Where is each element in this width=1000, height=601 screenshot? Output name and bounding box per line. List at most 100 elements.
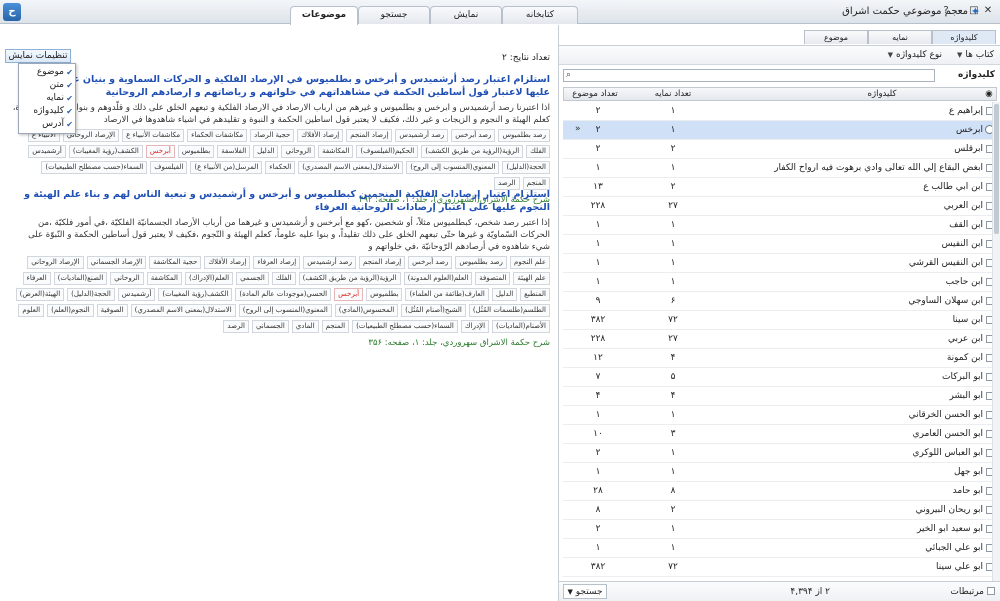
menu-item-text[interactable]: ✔ متن [21, 79, 75, 92]
keyword-tag[interactable]: إرصاد الأفلاك [204, 256, 251, 269]
keyword-tag[interactable]: الأصنام(الماديات) [492, 320, 550, 333]
help-icon[interactable]: ? [940, 5, 952, 17]
keyword-tag[interactable]: المتصوفة [475, 272, 511, 285]
keyword-tag[interactable]: الصنع(الماديات) [53, 272, 108, 285]
keyword-tag[interactable]: العلوم [18, 304, 45, 317]
search-icon[interactable]: ⌕ [566, 70, 571, 80]
keyword-tag[interactable]: علم النجوم [509, 256, 550, 269]
menu-item-topic[interactable]: ✔ موضوع [21, 66, 75, 79]
tab-display[interactable]: نمایش [430, 6, 502, 24]
keyword-tag[interactable]: إرصاد العرفاء [253, 256, 301, 269]
keyword-tag[interactable]: العلم(العلوم المدونة) [403, 272, 473, 285]
keyword-tag[interactable]: الإدراك [460, 320, 490, 333]
keyword-tag[interactable]: الحجة(الدليل) [502, 161, 550, 174]
keyword-row[interactable]: ابن كمونة ۴ ١٢ [563, 349, 997, 368]
column-index-count[interactable]: تعداد نمایه [626, 89, 720, 99]
display-settings-button[interactable]: تنظیمات نمایش [5, 49, 71, 63]
result-source[interactable]: شرح حكمة الاشراق سهروردي، جلد: ١، صفحه: … [10, 337, 550, 349]
related-checkbox[interactable] [987, 587, 995, 595]
keyword-row[interactable]: ابن سهلان الساوجي ۶ ٩ [563, 292, 997, 311]
keyword-tag[interactable]: أرشميدس [117, 288, 156, 301]
keyword-scrollbar[interactable] [992, 102, 1000, 594]
menu-item-address[interactable]: ✔ آدرس [21, 118, 75, 131]
keyword-tag[interactable]: أرشميدس [28, 145, 66, 158]
keyword-row[interactable]: أبغض البقاع إلي الله تعالى وادي برهوت في… [563, 159, 997, 178]
keyword-tag[interactable]: الهيئة(العرض) [15, 288, 65, 301]
keyword-tag[interactable]: الفلاسفة [217, 145, 251, 158]
keyword-row[interactable]: أبو علي الجبائي ١ ١ [563, 539, 997, 558]
books-dropdown[interactable]: کتاب ها▼ [957, 50, 994, 60]
keyword-tag[interactable]: الطلسم(طلسمات المُثُل) [468, 304, 550, 317]
keyword-tag[interactable]: رصد أبرخس [451, 129, 496, 142]
tab-search[interactable]: جستجو [358, 6, 430, 24]
keyword-row[interactable]: إبراهيم ع ١ ٢ [563, 102, 997, 121]
keyword-tag[interactable]: الاستدلال(بمعنى الاسم المصدري) [130, 304, 236, 317]
keyword-tag[interactable]: أبرخس [145, 145, 175, 158]
keyword-tag[interactable]: الكشف(رؤية المغيبات) [68, 145, 143, 158]
result-title[interactable]: استلزام اعتبار إرصادات الفلكية المنجمين … [10, 188, 550, 214]
tab-index[interactable]: نمایه [868, 30, 932, 44]
keyword-tag[interactable]: الدليل [253, 145, 279, 158]
keyword-tag[interactable]: السماء(حسب مصطلح الطبيعيات) [41, 161, 148, 174]
keyword-tag[interactable]: مكاشفات الحكماء [187, 129, 248, 142]
keyword-row[interactable]: أبو الحسن الخرقاني ١ ١ [563, 406, 997, 425]
keyword-tag[interactable]: رصد أبرخس [408, 256, 453, 269]
keyword-row[interactable]: أبو جهل ١ ١ [563, 463, 997, 482]
select-all-checkbox[interactable]: ◉ [984, 89, 994, 99]
column-keyword[interactable]: کلیدواژه [782, 89, 982, 99]
keyword-tag[interactable]: العارف(طائفة من العلماء) [405, 288, 489, 301]
keyword-tag[interactable]: الروحاني [281, 145, 316, 158]
keyword-tag[interactable]: المادي [291, 320, 319, 333]
keyword-tag[interactable]: الفلك [526, 145, 550, 158]
keyword-row[interactable]: ابن سينا ٧٢ ٣٨٢ [563, 311, 997, 330]
keyword-tag[interactable]: الصوفية [96, 304, 128, 317]
keyword-tag[interactable]: السماء(حسب مصطلح الطبيعيات) [352, 320, 458, 333]
keyword-tag[interactable]: النجوم(العلم) [47, 304, 94, 317]
keyword-tag[interactable]: الروحاني [110, 272, 144, 285]
keyword-tag[interactable]: المنطبع [520, 288, 550, 301]
keyword-tag[interactable]: العرفاء [22, 272, 51, 285]
keyword-tag[interactable]: إرصاد المنجم [346, 129, 393, 142]
keyword-tag[interactable]: مكاشفات الأنبياء ع [122, 129, 185, 142]
keyword-row[interactable]: ابن أبي طالب ع ٢ ١٣ [563, 178, 997, 197]
keyword-tag[interactable]: الرؤية(الرؤية من طريق الكشف) [298, 272, 401, 285]
keyword-row[interactable]: أبو الحسن العامري ٣ ١٠ [563, 425, 997, 444]
keyword-row[interactable]: ابن ألقف ١ ١ [563, 216, 997, 235]
keyword-tag[interactable]: الفيلسوف [150, 161, 188, 174]
keyword-type-dropdown[interactable]: نوع کلیدواژه▼ [888, 50, 942, 60]
tab-topics[interactable]: موضوعات [290, 6, 358, 25]
keyword-tag[interactable]: المعنوي(المنسوب إلى الروح) [238, 304, 332, 317]
related-toggle[interactable]: مرتبطات [950, 587, 995, 597]
keyword-row[interactable]: ابن عربي ٢٧ ٢٢٨ [563, 330, 997, 349]
keyword-row[interactable]: أبو حامد ٨ ٢٨ [563, 482, 997, 501]
expand-arrow-icon[interactable]: » [575, 124, 581, 134]
keyword-tag[interactable]: أبرخس [334, 288, 364, 301]
keyword-row[interactable]: ابن حاجب ١ ١ [563, 273, 997, 292]
keyword-row[interactable]: ابن العربي ٢٧ ٢٢٨ [563, 197, 997, 216]
keyword-tag[interactable]: الحجة(الدليل) [67, 288, 115, 301]
keyword-tag[interactable]: المرسل(من الأنبياء ع) [190, 161, 263, 174]
keyword-tag[interactable]: الإرصاد الجسماني [86, 256, 147, 269]
keyword-row[interactable]: ابن النفيس القرشي ١ ١ [563, 254, 997, 273]
menu-item-index[interactable]: ✔ نمایه [21, 92, 75, 105]
minimize-icon[interactable]: – [954, 5, 966, 17]
keyword-tag[interactable]: الحسي(موجودات عالم المادة) [235, 288, 332, 301]
keyword-tag[interactable]: المكاشفة [318, 145, 354, 158]
keyword-tag[interactable]: الإرصاد الروحاني [27, 256, 84, 269]
tab-topic[interactable]: موضوع [804, 30, 868, 44]
keyword-tag[interactable]: المحسوس(المادي) [334, 304, 399, 317]
keyword-row[interactable]: أبو البركات ۵ ٧ [563, 368, 997, 387]
result-title[interactable]: استلزام اعتبار رصد أرشميدس و أبرخس و بطل… [10, 73, 550, 99]
keyword-row[interactable]: أبو سعيد أبو الخير ١ ٢ [563, 520, 997, 539]
keyword-row[interactable]: أبرقلس ٢ ٢ [563, 140, 997, 159]
keyword-tag[interactable]: المنجم [321, 320, 350, 333]
keyword-tag[interactable]: العلم(الإدراك) [185, 272, 234, 285]
scrollbar-thumb[interactable] [994, 104, 999, 234]
keyword-row[interactable]: ابن النفيس ١ ١ [563, 235, 997, 254]
keyword-search-input[interactable]: ⌕ [563, 69, 935, 82]
keyword-tag[interactable]: رصد أرشميدس [395, 129, 449, 142]
keyword-tag[interactable]: الرؤية(الرؤية من طريق الكشف) [421, 145, 524, 158]
keyword-tag[interactable]: رصد بطلميوس [498, 129, 550, 142]
keyword-tag[interactable]: الحكيم(الفيلسوف) [356, 145, 419, 158]
close-icon[interactable]: ✕ [982, 5, 994, 17]
